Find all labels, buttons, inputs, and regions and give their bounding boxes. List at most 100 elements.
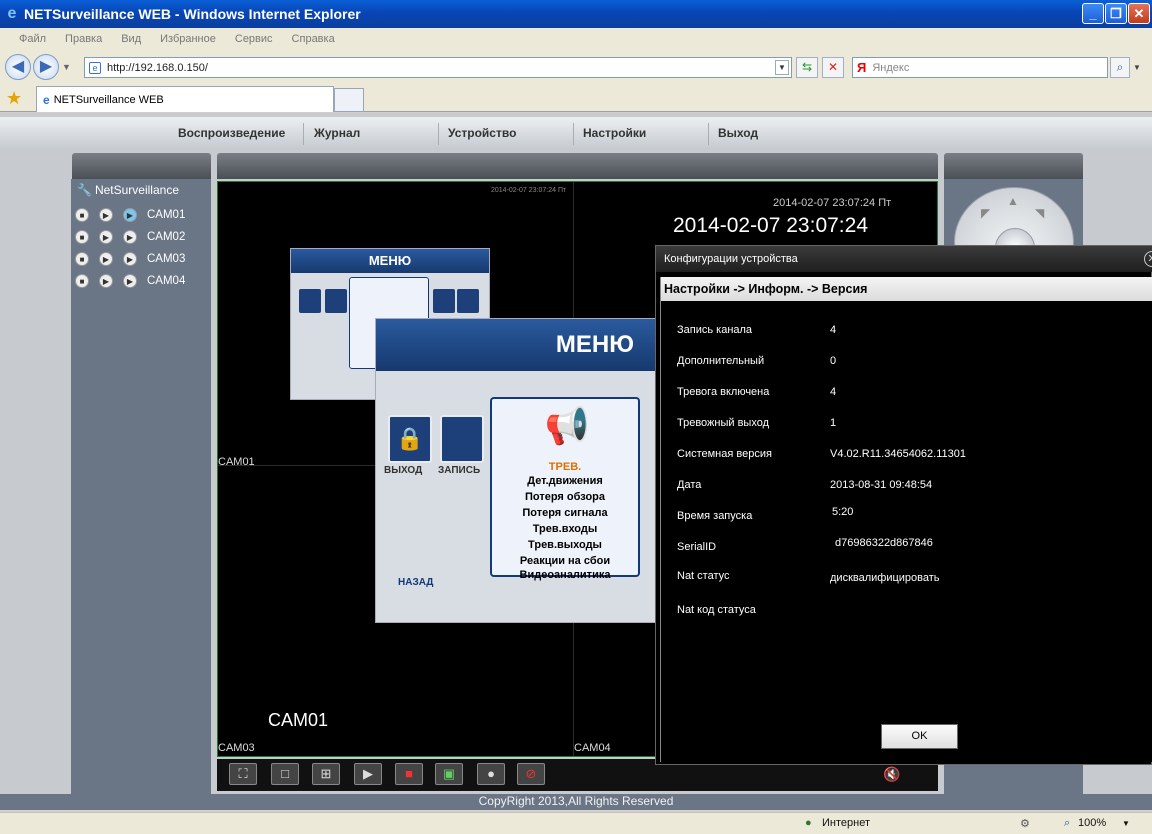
info-value: V4.02.R11.34654062.11301	[830, 448, 966, 460]
snapshot-icon[interactable]: ▣	[435, 763, 463, 785]
menu-bar: Файл Правка Вид Избранное Сервис Справка	[0, 28, 1152, 50]
submenu-item: Видеоаналитика	[519, 569, 611, 581]
ptz-up-left-icon[interactable]: ◤	[981, 206, 990, 220]
stop-record-all-icon[interactable]: ⊘	[517, 763, 545, 785]
tab-label: NETSurveillance WEB	[53, 93, 164, 106]
menu-edit[interactable]: Правка	[65, 33, 102, 45]
zoom-level[interactable]: 100%	[1078, 817, 1106, 829]
video-panel-header	[217, 153, 938, 179]
speaker-mute-icon[interactable]: 🔇	[883, 766, 900, 783]
menu-favorites[interactable]: Избранное	[160, 33, 216, 45]
search-placeholder: Яндекс	[872, 61, 910, 74]
nav-separator	[708, 123, 709, 145]
nav-separator	[438, 123, 439, 145]
camera-label[interactable]: CAM02	[147, 231, 185, 243]
stop-record-icon[interactable]: ■	[75, 274, 89, 288]
forward-arrow-icon[interactable]: ▶	[33, 54, 59, 80]
camera-label[interactable]: CAM04	[147, 275, 185, 287]
info-label: Время запуска	[677, 510, 753, 522]
single-view-icon[interactable]: □	[271, 763, 299, 785]
address-bar[interactable]: e http://192.168.0.150/ ▼	[84, 57, 792, 78]
search-options-icon[interactable]: ▼	[1133, 63, 1141, 72]
breadcrumb: Настройки -> Информ. -> Версия	[661, 277, 1152, 301]
close-all-video-icon[interactable]: ■	[395, 763, 423, 785]
play-icon[interactable]: ▶	[99, 208, 113, 222]
nav-log[interactable]: Журнал	[314, 126, 360, 140]
camera-row-cam03[interactable]: ■ ▶ ▶ CAM03	[75, 250, 185, 268]
connect-icon[interactable]: ▶	[123, 252, 137, 266]
camera-label[interactable]: CAM01	[147, 209, 185, 221]
new-tab-button[interactable]	[334, 88, 364, 112]
camera-row-cam02[interactable]: ■ ▶ ▶ CAM02	[75, 228, 185, 246]
history-dropdown-icon[interactable]: ▼	[62, 62, 71, 72]
fullscreen-icon[interactable]: ⛶	[229, 763, 257, 785]
protected-mode-icon[interactable]: ⚙	[1020, 817, 1030, 830]
minimize-button[interactable]: _	[1082, 3, 1104, 24]
tile-label-cam04: CAM04	[574, 742, 611, 754]
nav-exit[interactable]: Выход	[718, 126, 758, 140]
menu-help[interactable]: Справка	[292, 33, 335, 45]
lock-icon	[299, 289, 321, 313]
zone-label: Интернет	[822, 817, 870, 829]
nav-settings[interactable]: Настройки	[583, 126, 646, 140]
play-icon[interactable]: ▶	[99, 252, 113, 266]
refresh-icon[interactable]: ⇆	[796, 57, 818, 78]
camera-row-cam01[interactable]: ■ ▶ ▶ CAM01	[75, 206, 185, 224]
info-label: Запись канала	[677, 324, 753, 336]
address-url: http://192.168.0.150/	[107, 61, 208, 74]
info-value: 5:20	[832, 506, 854, 518]
address-dropdown-icon[interactable]: ▼	[775, 60, 789, 75]
star-icon[interactable]: ★	[6, 88, 22, 109]
nav-separator	[303, 123, 304, 145]
tree-root[interactable]: 🔧 NetSurveillance	[77, 183, 179, 197]
play-icon[interactable]: ▶	[99, 230, 113, 244]
camera-label[interactable]: CAM03	[147, 253, 185, 265]
info-value: 2013-08-31 09:48:54	[830, 479, 933, 491]
stop-record-icon[interactable]: ■	[75, 208, 89, 222]
open-all-video-icon[interactable]: ▶	[354, 763, 382, 785]
left-panel-header	[72, 153, 211, 179]
ie-logo-icon: e	[7, 5, 17, 22]
stop-record-icon[interactable]: ■	[75, 230, 89, 244]
search-input[interactable]: Я Яндекс	[852, 57, 1108, 78]
zoom-dropdown-icon[interactable]: ▼	[1122, 819, 1130, 828]
submenu-item: Трев.выходы	[528, 539, 602, 551]
ok-button[interactable]: OK	[881, 724, 958, 749]
camera-row-cam04[interactable]: ■ ▶ ▶ CAM04	[75, 272, 185, 290]
close-button[interactable]: ✕	[1128, 3, 1150, 24]
connect-icon[interactable]: ▶	[123, 274, 137, 288]
nav-device[interactable]: Устройство	[448, 126, 516, 140]
top-navigation: Воспроизведение Журнал Устройство Настро…	[0, 117, 1152, 149]
tab-netsurveillance[interactable]: e NETSurveillance WEB	[36, 86, 334, 112]
quad-view-icon[interactable]: ⊞	[312, 763, 340, 785]
menu-tools[interactable]: Сервис	[235, 33, 273, 45]
stop-record-icon[interactable]: ■	[75, 252, 89, 266]
menu-title-small: МЕНЮ	[291, 249, 489, 273]
video-timestamp-small: 2014-02-07 23:07:24 Пт	[773, 197, 892, 209]
info-value: d76986322d867846	[835, 537, 933, 549]
window-titlebar: e NETSurveillance WEB - Windows Internet…	[0, 0, 1152, 28]
back-arrow-icon[interactable]: ◀	[5, 54, 31, 80]
menu-view[interactable]: Вид	[121, 33, 141, 45]
nav-playback[interactable]: Воспроизведение	[178, 126, 285, 140]
ptz-up-right-icon[interactable]: ◥	[1035, 206, 1044, 220]
menu-exit-label: ВЫХОД	[384, 465, 423, 476]
play-icon[interactable]: ▶	[99, 274, 113, 288]
tool-icon	[433, 289, 455, 313]
search-icon[interactable]: ⌕	[1110, 57, 1130, 78]
maximize-button[interactable]: ❐	[1105, 3, 1127, 24]
ptz-up-icon[interactable]: ▲	[1007, 194, 1019, 208]
connect-icon[interactable]: ▶	[123, 230, 137, 244]
page-icon: e	[89, 61, 101, 74]
tile-label-cam01: CAM01	[218, 456, 255, 468]
info-label: Nat код статуса	[677, 604, 756, 616]
address-toolbar: ◀ ▶ ▼ e http://192.168.0.150/ ▼ ⇆ ✕ Я Ян…	[0, 50, 1152, 84]
menu-file[interactable]: Файл	[19, 33, 46, 45]
submenu-item: Дет.движения	[527, 475, 603, 487]
info-label: Тревога включена	[677, 386, 770, 398]
copyright-footer: CopyRight 2013,All Rights Reserved	[0, 794, 1152, 810]
connect-icon[interactable]: ▶	[123, 208, 137, 222]
submenu-item: Потеря сигнала	[522, 507, 608, 519]
record-all-icon[interactable]: ●	[477, 763, 505, 785]
stop-icon[interactable]: ✕	[822, 57, 844, 78]
